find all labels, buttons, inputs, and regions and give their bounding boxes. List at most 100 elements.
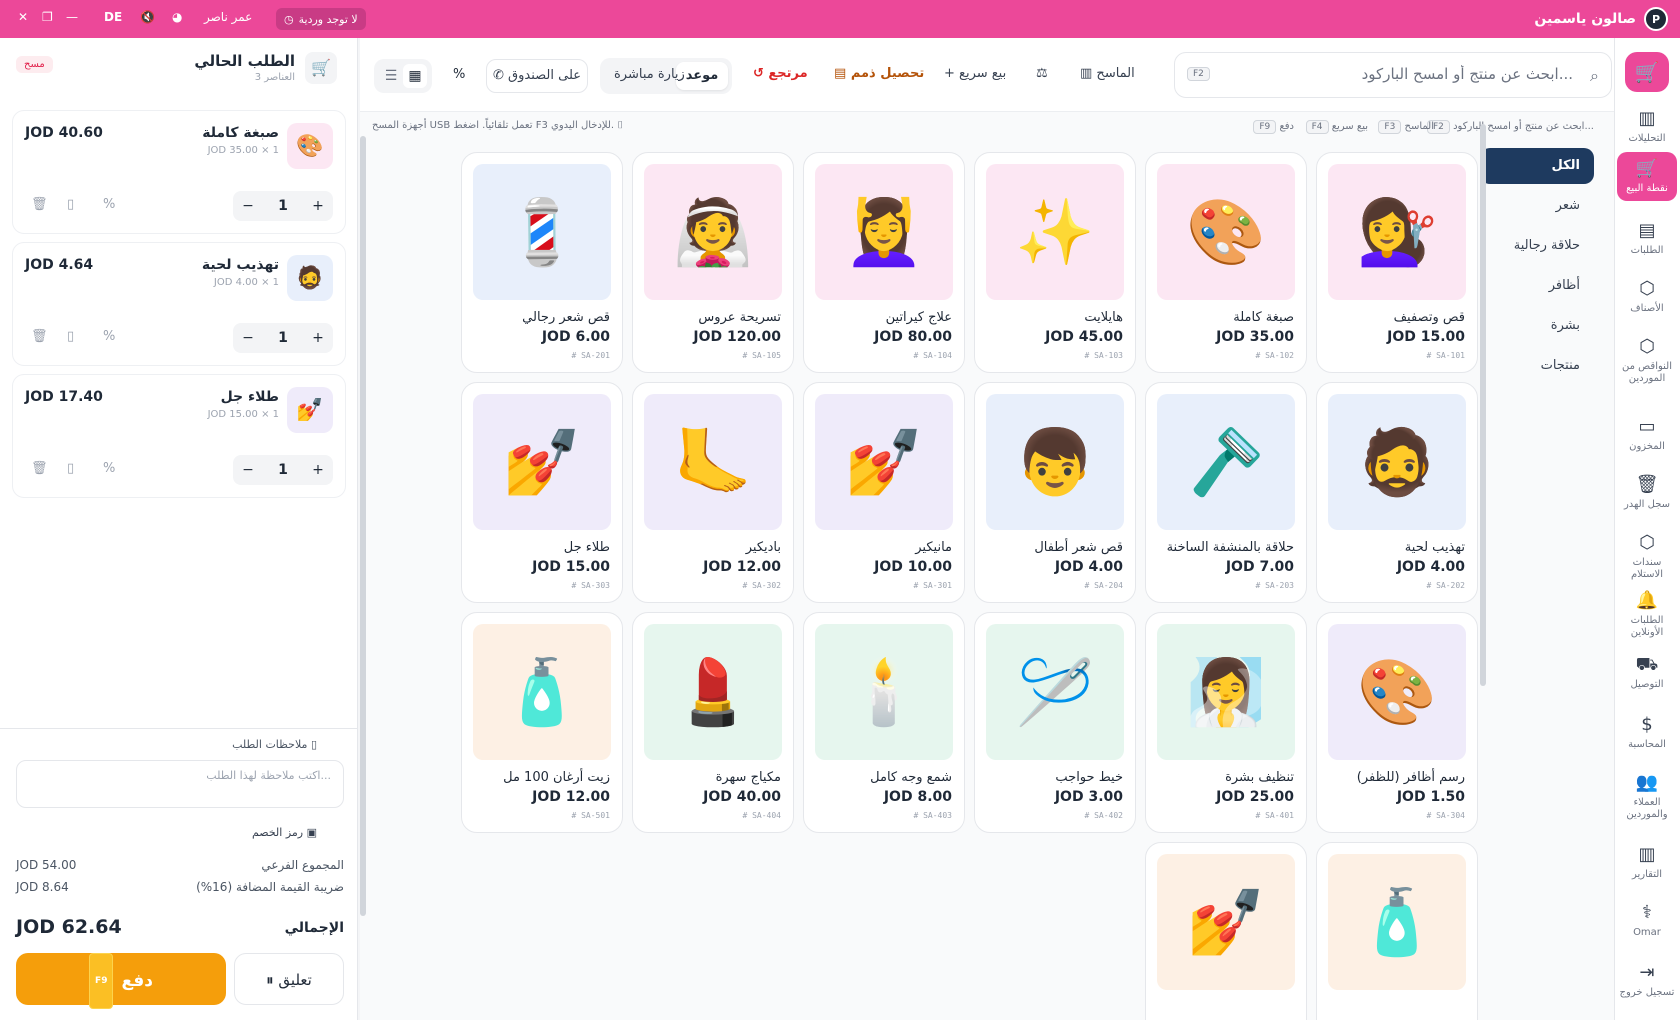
discount-code-button[interactable]: رمز الخصم ▣ — [252, 826, 317, 839]
product-price: JOD 7.00 — [1225, 559, 1294, 575]
sidebar-item-label: العملاء والموردين — [1626, 796, 1668, 820]
product-name: طلاء جل — [563, 540, 610, 555]
order-notes-field[interactable]: اكتب ملاحظة لهذا الطلب... — [16, 760, 344, 808]
category-nails[interactable]: أظافر — [1480, 268, 1594, 304]
theme-palette-icon[interactable]: ◕ — [172, 10, 182, 24]
product-card[interactable]: 👰 تسريحة عروس JOD 120.00 # SA-105 — [632, 152, 794, 373]
product-search[interactable]: ⌕ F2 — [1174, 52, 1612, 98]
sidebar-item-orders[interactable]: ▤ الطلبات — [1617, 220, 1677, 257]
discount-percent-button[interactable]: % — [453, 67, 465, 82]
collect-debts-button[interactable]: ▤ تحصيل ذمم — [834, 66, 924, 81]
product-card[interactable]: 🪒 حلاقة بالمنشفة الساخنة JOD 7.00 # SA-203 — [1145, 382, 1307, 603]
list-view-icon[interactable]: ☰ — [379, 64, 403, 88]
product-card[interactable]: 🎨 رسم أظافر (للظفر) JOD 1.50 # SA-304 — [1316, 612, 1478, 833]
trash-icon[interactable]: 🗑 — [31, 197, 67, 212]
products-scrollbar[interactable] — [1480, 124, 1486, 686]
sidebar-item-user-omar[interactable]: ⚕ Omar — [1617, 902, 1677, 939]
restore-window-icon[interactable]: ❐ — [42, 10, 53, 24]
note-icon[interactable]: ▯ — [67, 461, 103, 476]
users-icon: 👥 — [1635, 772, 1659, 793]
quantity-value[interactable]: 1 — [268, 323, 298, 353]
product-image-icon: 💄 — [644, 624, 782, 760]
user-name[interactable]: عمر ناصر — [204, 10, 252, 24]
sidebar-item-logout[interactable]: ⇥ تسجيل خروج — [1617, 962, 1677, 999]
product-card[interactable]: 🪡 خيط حواجب JOD 3.00 # SA-402 — [974, 612, 1136, 833]
product-card[interactable]: 💅 طلاء جل JOD 15.00 # SA-303 — [461, 382, 623, 603]
increment-button[interactable]: + — [303, 323, 333, 353]
product-card[interactable]: 🎨 صبغة كاملة JOD 35.00 # SA-102 — [1145, 152, 1307, 373]
decrement-button[interactable]: − — [233, 455, 263, 485]
product-card[interactable]: 🧔 تهذيب لحية JOD 4.00 # SA-202 — [1316, 382, 1478, 603]
cart-shortcut-button[interactable]: 🛒 — [1625, 52, 1669, 92]
item-qty-price: JOD 15.00 × 1 — [207, 409, 279, 420]
decrement-button[interactable]: − — [233, 191, 263, 221]
drawer-button[interactable]: ✆ على الصندوق — [486, 59, 588, 93]
product-image-icon: 💅 — [473, 394, 611, 530]
sidebar-item-items[interactable]: ⬡ الأصناف — [1617, 278, 1677, 315]
cart-icon: 🛒 — [1634, 60, 1660, 84]
item-qty-price: JOD 35.00 × 1 — [207, 145, 279, 156]
order-scrollbar[interactable] — [360, 136, 366, 916]
return-button[interactable]: ↺ مرتجع — [753, 66, 808, 81]
product-card[interactable]: ✨ هايلايت JOD 45.00 # SA-103 — [974, 152, 1136, 373]
category-skin[interactable]: بشرة — [1480, 308, 1594, 344]
product-card[interactable]: 💆‍♀️ علاج كيراتين JOD 80.00 # SA-104 — [803, 152, 965, 373]
product-card[interactable]: 🧴 — [1316, 842, 1478, 1020]
trash-icon[interactable]: 🗑 — [31, 329, 67, 344]
product-card[interactable]: 👦 قص شعر أطفال JOD 4.00 # SA-204 — [974, 382, 1136, 603]
quick-sale-button[interactable]: + بيع سريع — [944, 66, 1006, 81]
sidebar-item-reports[interactable]: ▥ التقارير — [1617, 844, 1677, 881]
percent-icon[interactable]: % — [103, 197, 139, 212]
product-image-icon: 🎨 — [1157, 164, 1295, 300]
increment-button[interactable]: + — [303, 455, 333, 485]
product-image-icon: 🕯️ — [815, 624, 953, 760]
sidebar-item-accounting[interactable]: $ المحاسبة — [1617, 714, 1677, 751]
pay-button[interactable]: F9 دفع — [16, 953, 226, 1009]
box-icon: ⬡ — [1639, 278, 1655, 299]
product-card[interactable]: 💅 مانيكير JOD 10.00 # SA-301 — [803, 382, 965, 603]
search-input[interactable] — [1213, 65, 1573, 83]
quantity-value[interactable]: 1 — [268, 191, 298, 221]
product-card[interactable]: 💄 مكياج سهرة JOD 40.00 # SA-404 — [632, 612, 794, 833]
hold-button[interactable]: ⏸ تعليق — [234, 953, 344, 1005]
search-shortcut-key: F2 — [1187, 67, 1210, 81]
scanner-button[interactable]: ▥ الماسح — [1080, 66, 1135, 81]
category-all[interactable]: الكل — [1480, 148, 1594, 184]
sidebar-item-shortages[interactable]: ⬡ النواقص من الموردين — [1617, 336, 1677, 385]
language-toggle[interactable]: DE — [104, 10, 122, 24]
clear-order-button[interactable]: مسح — [16, 56, 53, 73]
sidebar-item-analytics[interactable]: ▥ التحليلات — [1617, 108, 1677, 145]
sidebar-item-online-orders[interactable]: 🔔 الطلبات الأونلاين — [1617, 590, 1677, 639]
quantity-value[interactable]: 1 — [268, 455, 298, 485]
sidebar-item-customers[interactable]: 👥 العملاء والموردين — [1617, 772, 1677, 821]
sidebar-item-receipts[interactable]: ⬡ سندات الاستلام — [1617, 532, 1677, 581]
product-card[interactable]: 💇‍♀️ قص وتصفيف JOD 15.00 # SA-101 — [1316, 152, 1478, 373]
grid-view-icon[interactable]: ▦ — [403, 64, 427, 88]
product-card[interactable]: 🕯️ شمع وجه كامل JOD 8.00 # SA-403 — [803, 612, 965, 833]
sidebar-item-waste[interactable]: 🗑 سجل الهدر — [1617, 474, 1677, 511]
scale-icon[interactable]: ⚖ — [1036, 66, 1048, 81]
product-card[interactable]: 💈 قص شعر رجالي JOD 6.00 # SA-201 — [461, 152, 623, 373]
product-card[interactable]: 🧴 زيت أرغان 100 مل JOD 12.00 # SA-501 — [461, 612, 623, 833]
sidebar-item-inventory[interactable]: ▭ المخزون — [1617, 416, 1677, 453]
tab-walk-in[interactable]: زيارة مباشرة — [614, 67, 685, 82]
sidebar-item-pos[interactable]: 🛒 نقطة البيع — [1617, 152, 1677, 201]
product-card[interactable]: 💅 — [1145, 842, 1307, 1020]
category-barber[interactable]: حلاقة رجالية — [1480, 228, 1594, 264]
percent-icon[interactable]: % — [103, 329, 139, 344]
decrement-button[interactable]: − — [233, 323, 263, 353]
shift-status-badge[interactable]: ◷ لا توجد وردية — [276, 8, 366, 30]
product-card[interactable]: 🦶 باديكير JOD 12.00 # SA-302 — [632, 382, 794, 603]
mute-icon[interactable]: 🔇 — [140, 10, 155, 24]
close-window-icon[interactable]: ✕ — [18, 10, 28, 24]
sidebar-item-delivery[interactable]: ⛟ التوصيل — [1617, 654, 1677, 691]
percent-icon[interactable]: % — [103, 461, 139, 476]
category-hair[interactable]: شعر — [1480, 188, 1594, 224]
category-products[interactable]: منتجات — [1480, 348, 1594, 384]
note-icon[interactable]: ▯ — [67, 197, 103, 212]
increment-button[interactable]: + — [303, 191, 333, 221]
note-icon[interactable]: ▯ — [67, 329, 103, 344]
minimize-window-icon[interactable]: — — [66, 10, 78, 24]
product-card[interactable]: 🧖‍♀️ تنظيف بشرة JOD 25.00 # SA-401 — [1145, 612, 1307, 833]
trash-icon[interactable]: 🗑 — [31, 461, 67, 476]
